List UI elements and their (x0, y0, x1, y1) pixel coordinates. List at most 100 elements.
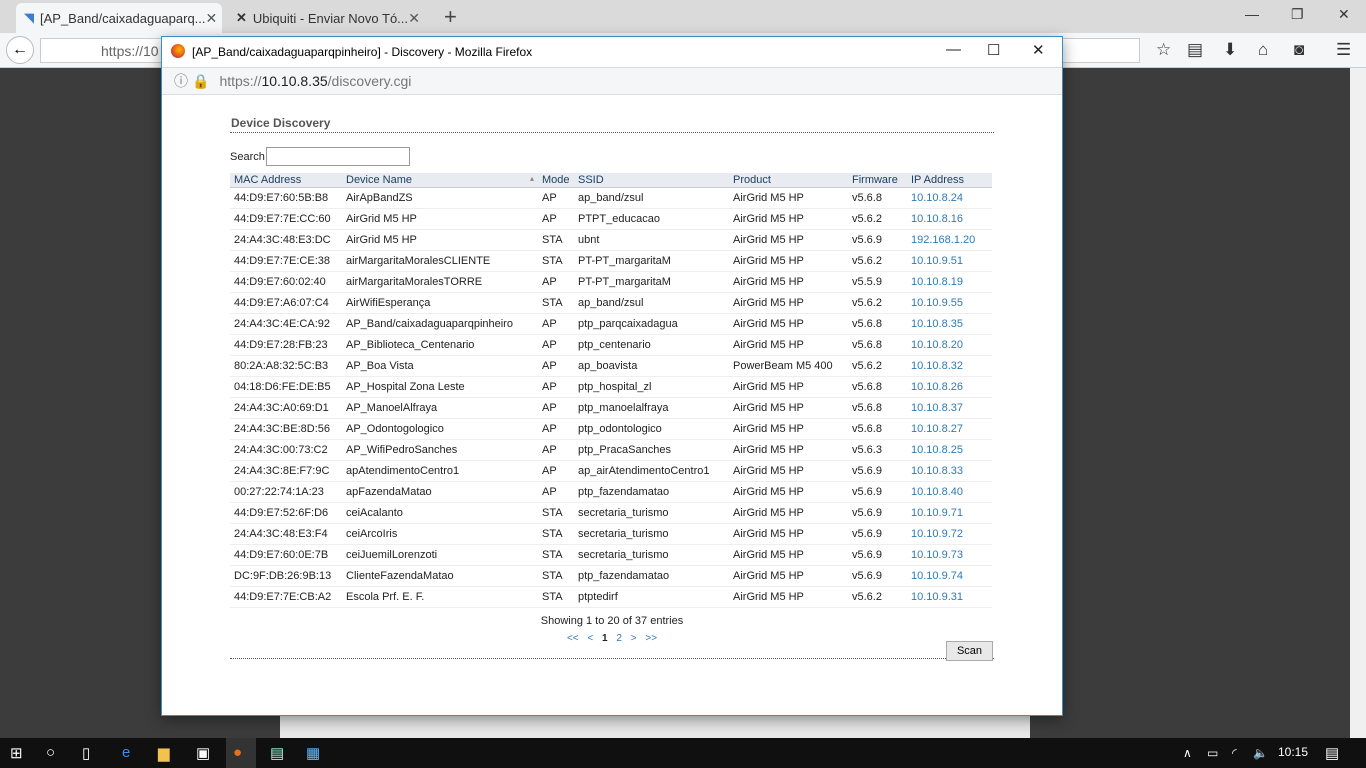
firmware-cell: v5.6.8 (848, 187, 907, 209)
file-explorer-icon[interactable]: ▆ (158, 744, 170, 762)
firmware-cell: v5.6.8 (848, 397, 907, 419)
ssid-cell: ap_boavista (574, 355, 729, 377)
restore-button[interactable]: ❐ (1291, 6, 1304, 23)
entries-info: Showing 1 to 20 of 37 entries (540, 614, 684, 627)
column-header[interactable]: Device Name ▴ (342, 173, 538, 188)
ip-link[interactable]: 10.10.9.55 (907, 292, 992, 314)
ip-link[interactable]: 10.10.9.51 (907, 250, 992, 272)
ssid-cell: ptptedirf (574, 586, 729, 608)
close-tab-icon[interactable]: ✕ (206, 10, 218, 27)
column-header[interactable]: Mode (538, 173, 574, 188)
page-1-link[interactable]: 1 (602, 633, 608, 644)
column-header[interactable]: SSID (574, 173, 729, 188)
last-page-link[interactable]: >> (645, 633, 657, 644)
battery-icon[interactable]: ▭ (1207, 746, 1218, 760)
firmware-cell: v5.6.8 (848, 334, 907, 356)
ssid-cell: ptp_manoelalfraya (574, 397, 729, 419)
device-name-cell: AP_Band/caixadaguaparqpinheiro (342, 313, 538, 335)
ip-link[interactable]: 10.10.8.27 (907, 418, 992, 440)
column-header[interactable]: Firmware (848, 173, 907, 188)
ssid-cell: PT-PT_margaritaM (574, 271, 729, 293)
column-header[interactable]: MAC Address (230, 173, 342, 188)
close-tab-icon[interactable]: ✕ (408, 10, 420, 27)
scan-button[interactable]: Scan (946, 641, 993, 661)
back-button[interactable]: ← (6, 36, 34, 64)
device-name-cell: AirWifiEsperança (342, 292, 538, 314)
ip-link[interactable]: 10.10.9.73 (907, 544, 992, 566)
search-label: Search (230, 150, 265, 163)
firmware-cell: v5.6.8 (848, 313, 907, 335)
ssid-cell: secretaria_turismo (574, 544, 729, 566)
home-icon[interactable]: ⌂ (1258, 40, 1268, 60)
table-row: 44:D9:E7:7E:CC:60 AirGrid M5 HP AP PTPT_edu… (230, 208, 992, 230)
minimize-button[interactable]: — (1245, 6, 1259, 22)
mac-cell: 24:A4:3C:BE:8D:56 (230, 418, 342, 440)
close-window-button[interactable]: ✕ (1338, 6, 1350, 23)
firmware-cell: v5.6.9 (848, 565, 907, 587)
first-page-link[interactable]: << (567, 633, 579, 644)
reading-list-icon[interactable]: ▤ (1187, 40, 1203, 60)
windows-start-icon[interactable]: ⊞ (10, 744, 23, 762)
edge-icon[interactable]: e (122, 744, 130, 761)
mode-cell: STA (538, 523, 574, 545)
ip-link[interactable]: 10.10.9.71 (907, 502, 992, 524)
ip-link[interactable]: 10.10.8.32 (907, 355, 992, 377)
ip-link[interactable]: 10.10.8.16 (907, 208, 992, 230)
ip-link[interactable]: 10.10.8.33 (907, 460, 992, 482)
action-center-icon[interactable]: ▤ (1325, 744, 1339, 762)
ip-link[interactable]: 10.10.9.74 (907, 565, 992, 587)
product-cell: AirGrid M5 HP (729, 187, 848, 209)
page-2-link[interactable]: 2 (616, 633, 622, 644)
task-view-icon[interactable]: ▯ (82, 744, 90, 762)
volume-icon[interactable]: 🔈 (1253, 746, 1268, 760)
new-tab-button[interactable]: + (444, 4, 457, 30)
table-row: 44:D9:E7:7E:CB:A2 Escola Prf. E. F. STA ptp… (230, 586, 992, 608)
ip-link[interactable]: 192.168.1.20 (907, 229, 992, 251)
show-hidden-icons[interactable]: ∧ (1183, 746, 1192, 760)
product-cell: AirGrid M5 HP (729, 481, 848, 503)
ip-link[interactable]: 10.10.9.31 (907, 586, 992, 608)
ip-link[interactable]: 10.10.8.20 (907, 334, 992, 356)
tab-discovery[interactable]: ◥ [AP_Band/caixadaguaparq... ✕ (16, 3, 222, 33)
ip-link[interactable]: 10.10.8.37 (907, 397, 992, 419)
clock[interactable]: 10:15 (1278, 745, 1308, 759)
ip-link[interactable]: 10.10.8.24 (907, 187, 992, 209)
app-icon[interactable]: ▦ (306, 744, 320, 762)
next-page-link[interactable]: > (631, 633, 637, 644)
search-input[interactable] (265, 147, 410, 166)
column-header[interactable]: Product (729, 173, 848, 188)
tab-label: [AP_Band/caixadaguaparq... (40, 10, 206, 26)
mode-cell: AP (538, 271, 574, 293)
ip-link[interactable]: 10.10.8.35 (907, 313, 992, 335)
bookmark-star-icon[interactable]: ☆ (1156, 40, 1171, 60)
ip-link[interactable]: 10.10.9.72 (907, 523, 992, 545)
pocket-icon[interactable]: ◙ (1294, 40, 1304, 60)
ip-link[interactable]: 10.10.8.26 (907, 376, 992, 398)
ip-link[interactable]: 10.10.8.40 (907, 481, 992, 503)
store-icon[interactable]: ▣ (196, 744, 210, 762)
ssid-cell: PT-PT_margaritaM (574, 250, 729, 272)
notepad-icon[interactable]: ▤ (270, 744, 284, 762)
ip-link[interactable]: 10.10.8.19 (907, 271, 992, 293)
popup-url-bar[interactable]: ⓘ 🔒 https://10.10.8.35/discovery.cgi (162, 67, 1062, 95)
tab-ubiquiti[interactable]: ✕ Ubiquiti - Enviar Novo Tó... ✕ (228, 3, 428, 33)
firefox-taskbar-icon[interactable]: ● (226, 738, 256, 768)
firmware-cell: v5.5.9 (848, 271, 907, 293)
mode-cell: STA (538, 229, 574, 251)
ip-link[interactable]: 10.10.8.25 (907, 439, 992, 461)
mac-cell: 24:A4:3C:48:E3:F4 (230, 523, 342, 545)
column-header[interactable]: IP Address (907, 173, 992, 188)
device-name-cell: ceiArcoIris (342, 523, 538, 545)
prev-page-link[interactable]: < (587, 633, 593, 644)
mac-cell: 24:A4:3C:A0:69:D1 (230, 397, 342, 419)
scrollbar[interactable] (1350, 68, 1366, 738)
wifi-icon[interactable]: ◜ (1232, 746, 1237, 760)
device-name-cell: ClienteFazendaMatao (342, 565, 538, 587)
popup-maximize-button[interactable]: ☐ (987, 41, 1000, 59)
ssid-cell: secretaria_turismo (574, 523, 729, 545)
cortana-icon[interactable]: ○ (46, 744, 55, 761)
menu-icon[interactable]: ☰ (1336, 40, 1351, 60)
popup-close-button[interactable]: ✕ (1032, 41, 1045, 59)
download-icon[interactable]: ⬇ (1223, 40, 1237, 60)
popup-minimize-button[interactable]: — (946, 41, 961, 58)
